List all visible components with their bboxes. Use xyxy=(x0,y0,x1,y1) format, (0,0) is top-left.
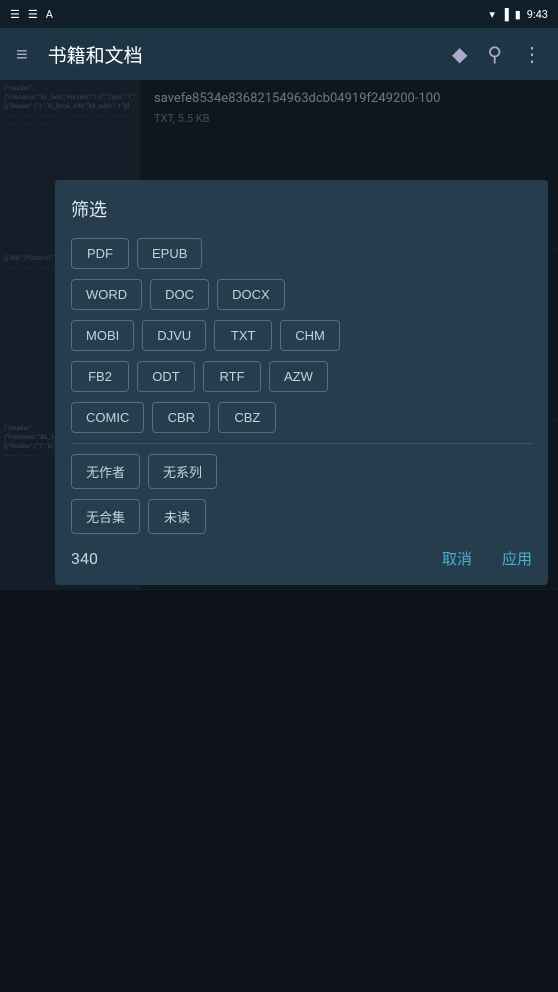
chip-chm[interactable]: CHM xyxy=(280,320,340,351)
signal-icon: ▐ xyxy=(501,8,509,21)
chip-djvu[interactable]: DJVU xyxy=(142,320,206,351)
diamond-icon[interactable]: ◆ xyxy=(452,42,467,66)
chip-no-author[interactable]: 无作者 xyxy=(71,454,140,489)
filter-cancel-button[interactable]: 取消 xyxy=(442,548,472,569)
search-icon[interactable]: ⚲ xyxy=(487,42,502,66)
filter-row-4: FB2 ODT RTF AZW xyxy=(71,361,532,392)
battery-icon: ▮ xyxy=(515,8,521,21)
chip-cbr[interactable]: CBR xyxy=(152,402,210,433)
extra-filter-row-1: 无作者 无系列 xyxy=(71,454,532,489)
chip-rtf[interactable]: RTF xyxy=(203,361,261,392)
menu-icon[interactable]: ≡ xyxy=(16,42,28,67)
chip-word[interactable]: WORD xyxy=(71,279,142,310)
icon-a: A xyxy=(46,8,53,21)
chip-unread[interactable]: 未读 xyxy=(148,499,206,534)
time-display: 9:43 xyxy=(527,8,548,21)
chip-comic[interactable]: COMIC xyxy=(71,402,144,433)
filter-dialog: 筛选 PDF EPUB WORD DOC DOCX MOBI DJVU TXT … xyxy=(55,180,548,585)
filter-count: 340 xyxy=(71,549,98,568)
chip-docx[interactable]: DOCX xyxy=(217,279,285,310)
filter-apply-button[interactable]: 应用 xyxy=(502,548,532,569)
filter-action-buttons: 取消 应用 xyxy=(442,548,532,569)
status-right-icons: ▾ ▐ ▮ 9:43 xyxy=(489,8,548,21)
filter-footer: 340 取消 应用 xyxy=(71,548,532,569)
chip-mobi[interactable]: MOBI xyxy=(71,320,134,351)
chip-txt[interactable]: TXT xyxy=(214,320,272,351)
chip-epub[interactable]: EPUB xyxy=(137,238,202,269)
more-icon[interactable]: ⋮ xyxy=(522,42,542,66)
icon-sim1: ☰ xyxy=(10,8,20,21)
wifi-icon: ▾ xyxy=(489,8,495,21)
filter-row-1: PDF EPUB xyxy=(71,238,532,269)
content-area: {"Header":{"Filename":"BL_5oo","Version"… xyxy=(0,80,558,992)
chip-no-collection[interactable]: 无合集 xyxy=(71,499,140,534)
icon-sim2: ☰ xyxy=(28,8,38,21)
chip-fb2[interactable]: FB2 xyxy=(71,361,129,392)
filter-row-3: MOBI DJVU TXT CHM xyxy=(71,320,532,351)
chip-pdf[interactable]: PDF xyxy=(71,238,129,269)
page-title: 书籍和文档 xyxy=(48,41,432,68)
chip-odt[interactable]: ODT xyxy=(137,361,195,392)
filter-row-2: WORD DOC DOCX xyxy=(71,279,532,310)
chip-cbz[interactable]: CBZ xyxy=(218,402,276,433)
chip-azw[interactable]: AZW xyxy=(269,361,328,392)
chip-no-series[interactable]: 无系列 xyxy=(148,454,217,489)
filter-divider xyxy=(71,443,532,444)
chip-doc[interactable]: DOC xyxy=(150,279,209,310)
toolbar: ≡ 书籍和文档 ◆ ⚲ ⋮ xyxy=(0,28,558,80)
extra-filter-row-2: 无合集 未读 xyxy=(71,499,532,534)
status-bar: ☰ ☰ A ▾ ▐ ▮ 9:43 xyxy=(0,0,558,28)
filter-row-5: COMIC CBR CBZ xyxy=(71,402,532,433)
status-left-icons: ☰ ☰ A xyxy=(10,8,53,21)
filter-title: 筛选 xyxy=(71,196,532,222)
